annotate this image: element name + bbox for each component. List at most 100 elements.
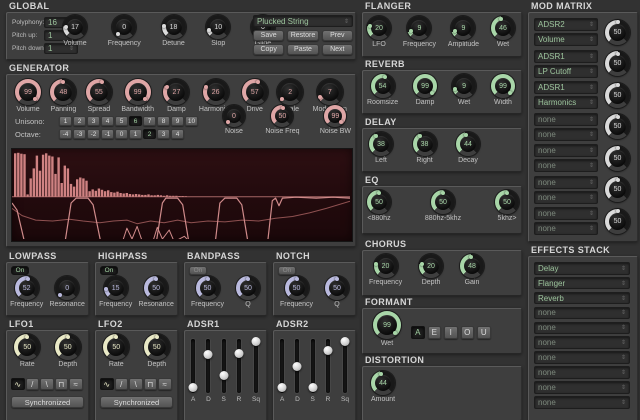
r-slider[interactable]: R (237, 339, 242, 403)
next-button[interactable]: Next (322, 44, 353, 55)
rate-knob[interactable]: 50Rate (103, 334, 129, 368)
unisono-7-button[interactable]: 7 (143, 116, 156, 126)
mod-amount-knob[interactable]: 50 (605, 114, 630, 139)
lfo1-synchronized-button[interactable]: Synchronized (11, 396, 84, 408)
mod-amount-knob[interactable]: 50 (605, 51, 630, 76)
octave-3-button[interactable]: 3 (157, 129, 170, 139)
effect-slot-select[interactable]: Reverb⇕ (534, 292, 630, 305)
sq-slider[interactable]: Sq (252, 339, 260, 403)
detune-knob[interactable]: 18Detune (162, 15, 186, 47)
slider-thumb[interactable] (308, 383, 317, 392)
unisono-4-button[interactable]: 4 (101, 116, 114, 126)
lowpass-on-button[interactable]: On (11, 266, 29, 275)
s-slider[interactable]: S (222, 339, 226, 403)
saw-up-icon[interactable]: / (26, 378, 40, 390)
q-knob[interactable]: 50Q (236, 276, 260, 308)
damp-knob[interactable]: 27Damp (163, 79, 189, 113)
mod-source-select[interactable]: ADSR2⇕ (534, 18, 598, 31)
saw-down-icon[interactable]: \ (40, 378, 54, 390)
880hz-5khz-knob[interactable]: 50880hz-5khz (425, 190, 461, 222)
unisono-8-button[interactable]: 8 (157, 116, 170, 126)
saw-up-icon[interactable]: / (115, 378, 129, 390)
slider-thumb[interactable] (189, 383, 198, 392)
mod-target-select[interactable]: Volume⇕ (534, 33, 598, 46)
prev-button[interactable]: Prev (322, 30, 353, 41)
unisono-3-button[interactable]: 3 (87, 116, 100, 126)
sq-slider[interactable]: Sq (341, 339, 349, 403)
slop-knob[interactable]: 10Slop (206, 15, 230, 47)
octave-2-button[interactable]: 2 (143, 129, 156, 139)
octave-2-button[interactable]: -2 (87, 129, 100, 139)
d-slider[interactable]: D (206, 339, 211, 403)
frequency-knob[interactable]: 0Frequency (108, 15, 141, 47)
mod-amount-knob[interactable]: 50 (605, 20, 630, 45)
frequency-knob[interactable]: 15Frequency (99, 276, 132, 308)
frequency-knob[interactable]: 50Frequency (191, 276, 224, 308)
effect-slot-select[interactable]: none⇕ (534, 351, 630, 364)
mod-target-select[interactable]: none⇕ (534, 222, 598, 235)
vowel-o-button[interactable]: O (461, 326, 475, 339)
slider-thumb[interactable] (252, 337, 261, 346)
q-knob[interactable]: 50Q (325, 276, 349, 308)
vowel-i-button[interactable]: I (444, 326, 458, 339)
wet-knob[interactable]: 9Wet (452, 74, 476, 106)
mod-target-select[interactable]: Harmonics⇕ (534, 96, 598, 109)
roomsize-knob[interactable]: 54Roomsize (367, 74, 398, 106)
octave-3-button[interactable]: -3 (73, 129, 86, 139)
vowel-u-button[interactable]: U (477, 326, 491, 339)
unisono-1-button[interactable]: 1 (59, 116, 72, 126)
save-button[interactable]: Save (253, 30, 284, 41)
lfo-knob[interactable]: 20LFO (367, 16, 391, 48)
mod-amount-knob[interactable]: 50 (605, 209, 630, 234)
unisono-6-button[interactable]: 6 (129, 116, 142, 126)
effect-slot-select[interactable]: none⇕ (534, 381, 630, 394)
unisono-5-button[interactable]: 5 (115, 116, 128, 126)
a-slider[interactable]: A (280, 339, 284, 403)
mod-source-select[interactable]: none⇕ (534, 113, 598, 126)
width-knob[interactable]: 99Width (491, 74, 515, 106)
frequency-knob[interactable]: 20Frequency (369, 254, 402, 286)
panning-knob[interactable]: 48Panning (50, 79, 76, 113)
slider-thumb[interactable] (323, 346, 332, 355)
slider-track[interactable] (295, 339, 299, 393)
octave-1-button[interactable]: 1 (129, 129, 142, 139)
effect-slot-select[interactable]: none⇕ (534, 396, 630, 409)
square-wave-icon[interactable]: ⊓ (55, 378, 69, 390)
mod-source-select[interactable]: none⇕ (534, 207, 598, 220)
octave-4-button[interactable]: 4 (171, 129, 184, 139)
spread-knob[interactable]: 55Spread (86, 79, 112, 113)
octave-4-button[interactable]: -4 (59, 129, 72, 139)
amount-knob[interactable]: 44Amount (371, 371, 395, 403)
slider-track[interactable] (311, 339, 315, 393)
random-wave-icon[interactable]: ≈ (158, 378, 172, 390)
slider-thumb[interactable] (219, 371, 228, 380)
d-slider[interactable]: D (295, 339, 300, 403)
depth-knob[interactable]: 50Depth (55, 334, 81, 368)
effect-slot-select[interactable]: Delay⇕ (534, 262, 630, 275)
slider-thumb[interactable] (341, 337, 350, 346)
gain-knob[interactable]: 48Gain (460, 254, 484, 286)
mod-target-select[interactable]: none⇕ (534, 191, 598, 204)
volume-knob[interactable]: 17Volume (63, 15, 87, 47)
wet-knob[interactable]: 99Wet (373, 311, 401, 347)
frequency-knob[interactable]: 9Frequency (403, 16, 436, 48)
damp-knob[interactable]: 99Damp (413, 74, 437, 106)
880hz-knob[interactable]: 50<880hz (367, 190, 391, 222)
bandwidth-knob[interactable]: 99Bandwidth (121, 79, 154, 113)
highpass-on-button[interactable]: On (100, 266, 118, 275)
mod-target-select[interactable]: none⇕ (534, 128, 598, 141)
effect-slot-select[interactable]: Flanger⇕ (534, 277, 630, 290)
resonance-knob[interactable]: 50Resonance (138, 276, 173, 308)
sine-wave-icon[interactable]: ∿ (11, 378, 25, 390)
unisono-9-button[interactable]: 9 (171, 116, 184, 126)
effect-slot-select[interactable]: none⇕ (534, 366, 630, 379)
random-wave-icon[interactable]: ≈ (69, 378, 83, 390)
slider-thumb[interactable] (204, 350, 213, 359)
mod-amount-knob[interactable]: 50 (605, 177, 630, 202)
slider-track[interactable] (206, 339, 210, 393)
slider-track[interactable] (343, 339, 347, 393)
effect-slot-select[interactable]: none⇕ (534, 322, 630, 335)
frequency-knob[interactable]: 50Frequency (280, 276, 313, 308)
preset-select[interactable]: Plucked String⇕ (253, 15, 353, 27)
mod-target-select[interactable]: LP Cutoff⇕ (534, 65, 598, 78)
